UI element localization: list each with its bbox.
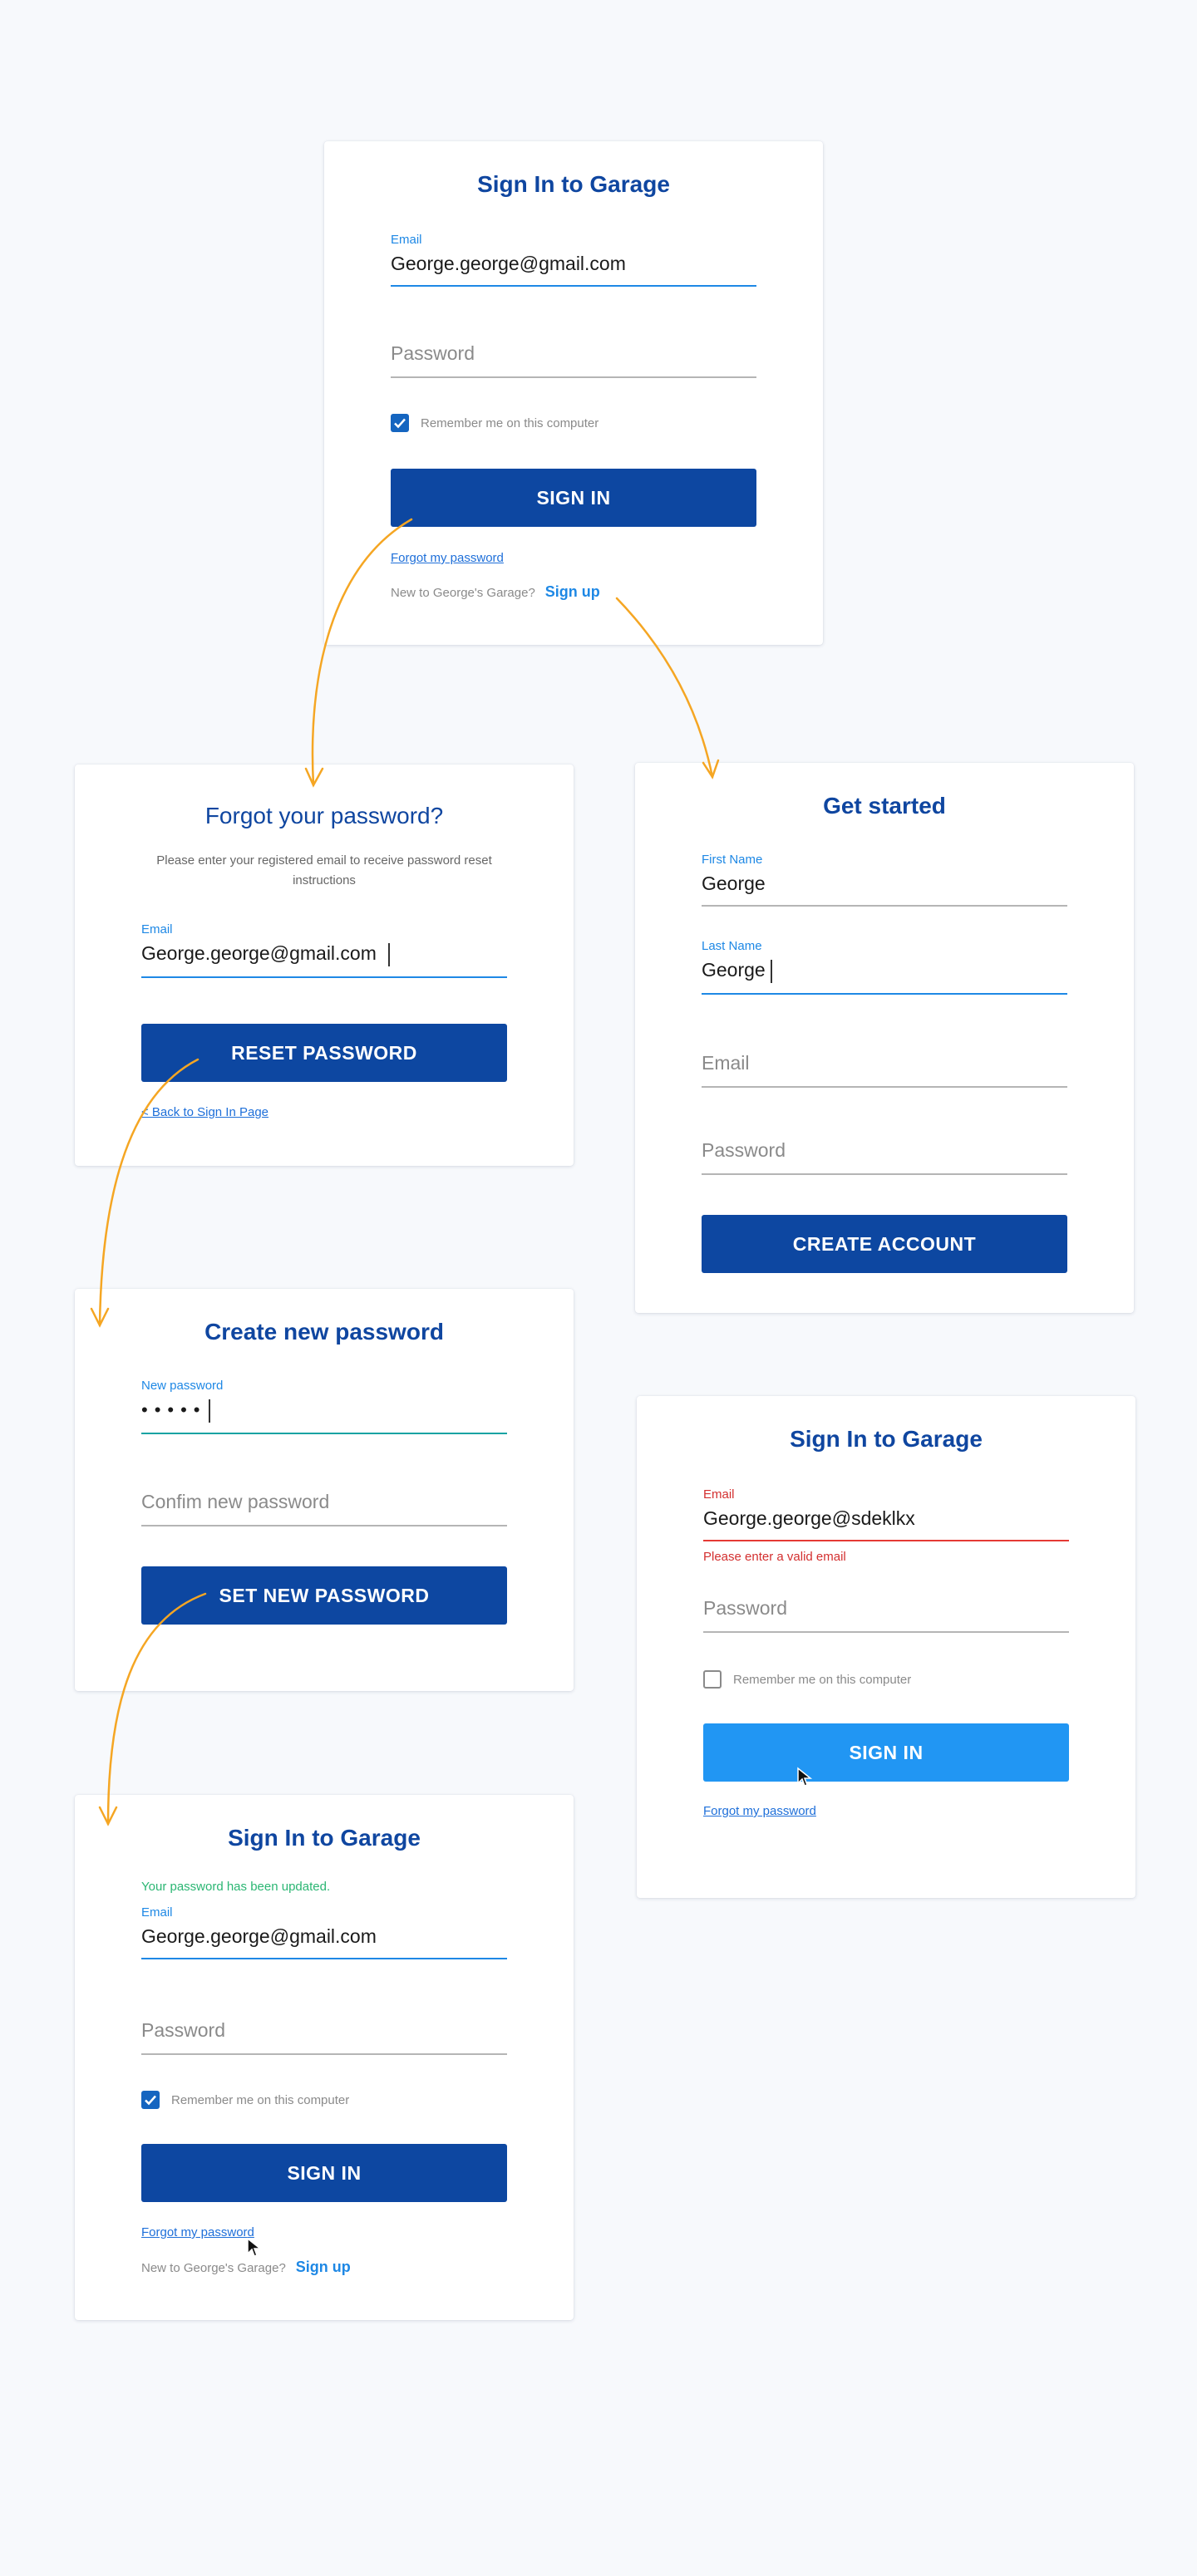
- email-error-text: Please enter a valid email: [703, 1550, 846, 1564]
- new-password-field[interactable]: New password •••••: [141, 1379, 507, 1434]
- signin-button[interactable]: SIGN IN: [391, 469, 756, 527]
- create-account-button[interactable]: CREATE ACCOUNT: [702, 1215, 1067, 1273]
- email-value: George.george@gmail.com: [141, 942, 377, 964]
- text-caret: [770, 959, 772, 983]
- page-title: Sign In to Garage: [477, 171, 670, 197]
- signup-row: New to George's Garage? Sign up: [391, 583, 600, 601]
- last-name-value: George: [702, 959, 766, 981]
- signin-updated-card: Sign In to Garage Your password has been…: [75, 1795, 574, 2320]
- remember-checkbox[interactable]: [391, 414, 409, 432]
- reset-password-button[interactable]: RESET PASSWORD: [141, 1024, 507, 1082]
- email-field[interactable]: Email George.george@sdeklkx Please enter…: [703, 1487, 1069, 1564]
- success-message: Your password has been updated.: [141, 1880, 331, 1894]
- remember-checkbox[interactable]: [141, 2091, 160, 2109]
- text-caret: [387, 942, 390, 966]
- email-label: Email: [703, 1487, 735, 1502]
- last-name-field[interactable]: Last Name George: [702, 939, 1067, 995]
- instructions-text: Please enter your registered email to re…: [156, 853, 492, 887]
- first-name-input[interactable]: George: [702, 873, 1067, 907]
- forgot-password-link[interactable]: Forgot my password: [391, 551, 504, 565]
- remember-me-row[interactable]: Remember me on this computer: [141, 2091, 349, 2109]
- back-to-signin-link[interactable]: < Back to Sign In Page: [141, 1105, 268, 1119]
- first-name-label: First Name: [702, 853, 763, 867]
- new-user-prompt: New to George's Garage?: [391, 586, 535, 600]
- remember-checkbox[interactable]: [703, 1670, 722, 1689]
- new-password-input[interactable]: •••••: [141, 1399, 507, 1434]
- last-name-input[interactable]: George: [702, 959, 1067, 995]
- page-title: Get started: [823, 793, 946, 819]
- get-started-card: Get started First Name George Last Name …: [635, 763, 1134, 1313]
- page-title: Create new password: [204, 1319, 444, 1345]
- forgot-password-link[interactable]: Forgot my password: [141, 2225, 254, 2239]
- email-input[interactable]: George.george@gmail.com: [141, 1925, 507, 1959]
- confirm-password-input[interactable]: Confim new password: [141, 1491, 507, 1526]
- signin-error-card: Sign In to Garage Email George.george@sd…: [637, 1396, 1135, 1898]
- password-input[interactable]: Password: [141, 2019, 507, 2055]
- email-label: Email: [391, 233, 422, 247]
- remember-label: Remember me on this computer: [171, 2092, 350, 2107]
- password-input[interactable]: Password: [391, 342, 756, 378]
- email-field[interactable]: Email George.george@gmail.com: [391, 233, 756, 287]
- signin-button[interactable]: SIGN IN: [703, 1723, 1069, 1782]
- mouse-cursor-icon: [247, 2237, 263, 2257]
- email-field[interactable]: Email George.george@gmail.com: [141, 1905, 507, 1959]
- password-field[interactable]: Password: [391, 342, 756, 378]
- forgot-password-card: Forgot your password? Please enter your …: [75, 764, 574, 1166]
- new-password-card: Create new password New password ••••• C…: [75, 1289, 574, 1691]
- email-label: Email: [141, 1905, 173, 1920]
- set-new-password-button[interactable]: SET NEW PASSWORD: [141, 1566, 507, 1625]
- remember-me-row[interactable]: Remember me on this computer: [703, 1670, 911, 1689]
- page-title: Sign In to Garage: [790, 1426, 983, 1452]
- email-input[interactable]: Email: [702, 1052, 1067, 1088]
- first-name-field[interactable]: First Name George: [702, 853, 1067, 907]
- signin-button[interactable]: SIGN IN: [141, 2144, 507, 2202]
- last-name-label: Last Name: [702, 939, 762, 953]
- signup-link[interactable]: Sign up: [545, 583, 600, 601]
- remember-label: Remember me on this computer: [421, 415, 599, 430]
- password-field[interactable]: Password: [141, 2019, 507, 2055]
- remember-label: Remember me on this computer: [733, 1672, 912, 1687]
- new-password-label: New password: [141, 1379, 224, 1393]
- page-title: Forgot your password?: [204, 803, 444, 828]
- password-input[interactable]: Password: [703, 1597, 1069, 1633]
- email-input[interactable]: George.george@gmail.com: [141, 942, 507, 978]
- remember-me-row[interactable]: Remember me on this computer: [391, 414, 598, 432]
- password-input[interactable]: Password: [702, 1139, 1067, 1175]
- password-dots: •••••: [141, 1399, 207, 1420]
- page-title: Sign In to Garage: [228, 1825, 421, 1851]
- signup-row: New to George's Garage? Sign up: [141, 2259, 351, 2276]
- confirm-password-field[interactable]: Confim new password: [141, 1491, 507, 1526]
- forgot-password-link[interactable]: Forgot my password: [703, 1804, 816, 1818]
- email-input[interactable]: George.george@gmail.com: [391, 253, 756, 287]
- email-field[interactable]: Email: [702, 1052, 1067, 1088]
- text-caret: [208, 1399, 210, 1423]
- signup-link[interactable]: Sign up: [296, 2259, 351, 2276]
- password-field[interactable]: Password: [703, 1597, 1069, 1633]
- checkmark-icon: [394, 418, 406, 429]
- email-input[interactable]: George.george@sdeklkx: [703, 1507, 1069, 1541]
- password-field[interactable]: Password: [702, 1139, 1067, 1175]
- email-field[interactable]: Email George.george@gmail.com: [141, 922, 507, 978]
- mouse-cursor-icon: [797, 1767, 813, 1787]
- checkmark-icon: [145, 2095, 156, 2106]
- email-label: Email: [141, 922, 173, 937]
- signin-card: Sign In to Garage Email George.george@gm…: [324, 141, 823, 645]
- new-user-prompt: New to George's Garage?: [141, 2261, 286, 2275]
